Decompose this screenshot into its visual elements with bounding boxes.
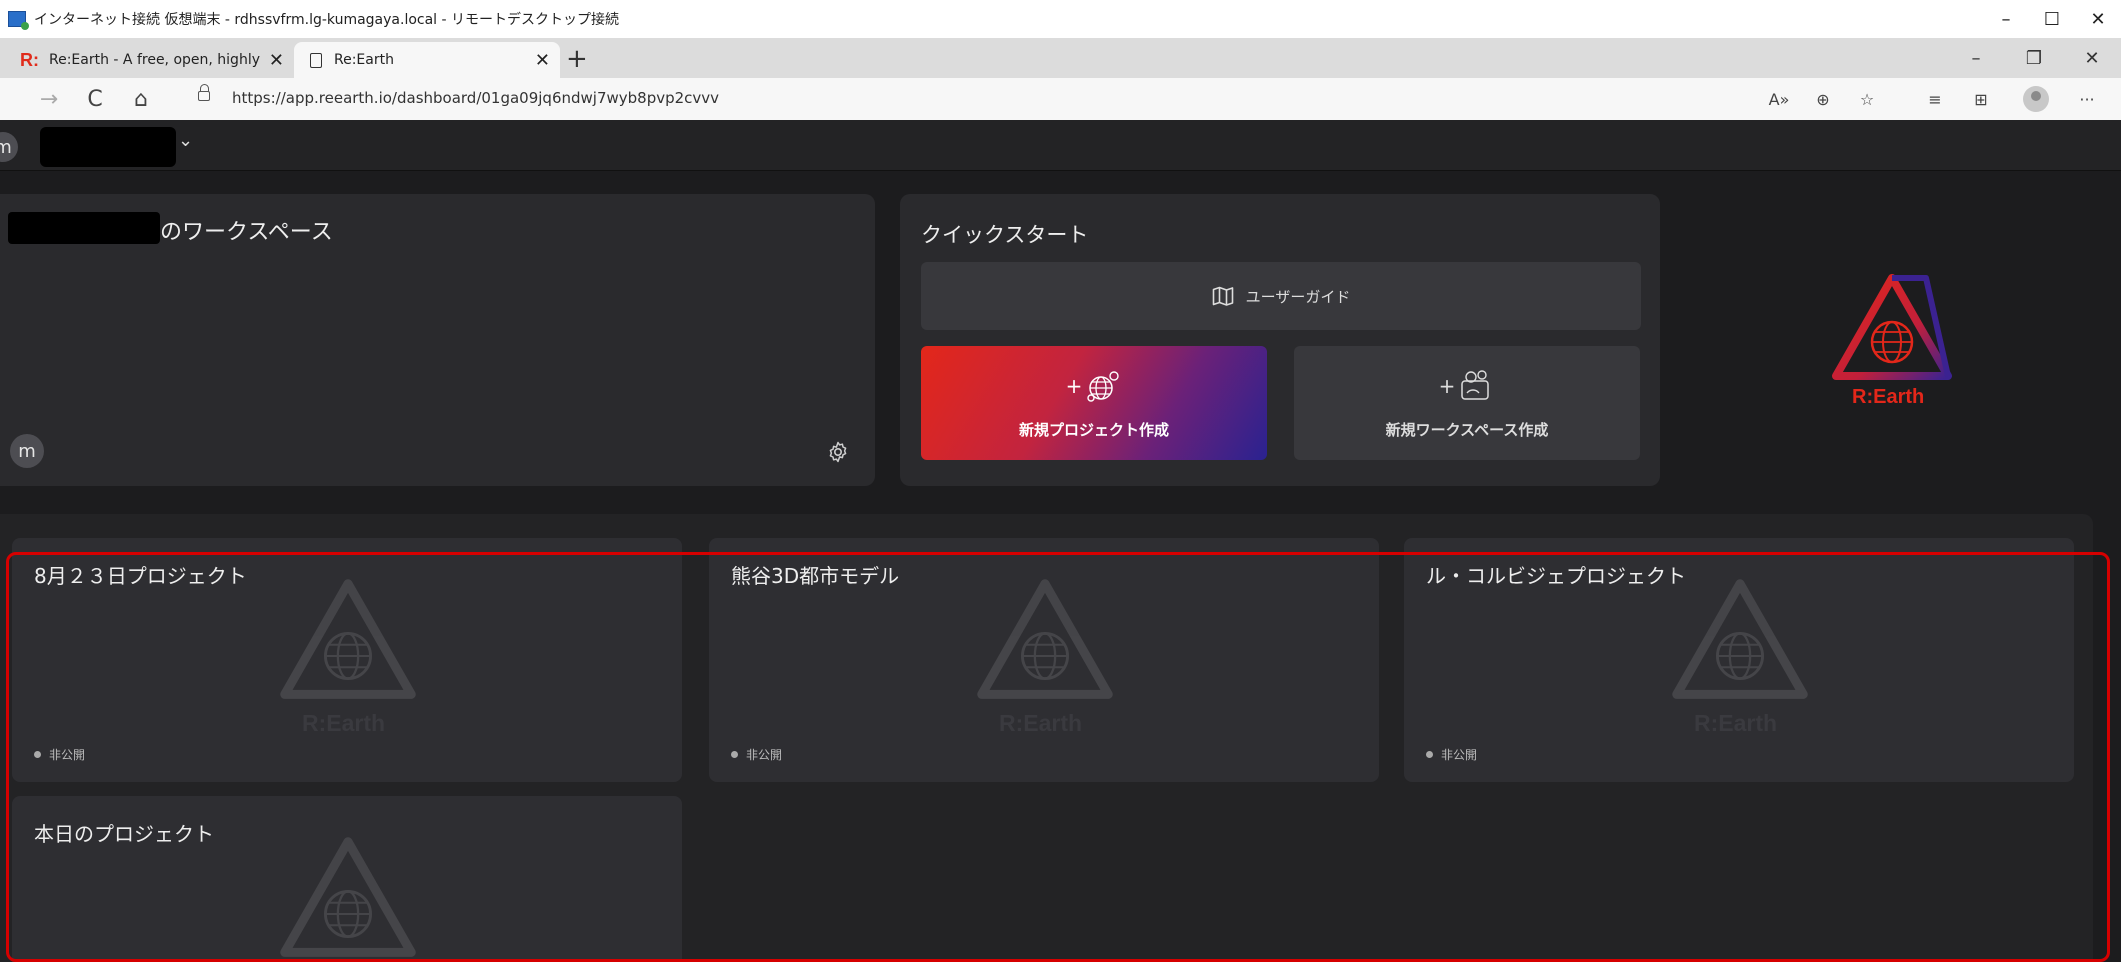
- watermark-text: R:Earth: [999, 710, 1083, 736]
- rdp-window-controls: – ☐ ✕: [1983, 0, 2121, 38]
- projects-area: R:Earth 8月２３日プロジェクト 非公開 R:Earth 熊谷3D都市モデ…: [0, 514, 2093, 962]
- lock-icon[interactable]: [198, 84, 210, 101]
- new-workspace-button[interactable]: + 新規ワークスペース作成: [1294, 346, 1640, 460]
- new-workspace-label: 新規ワークスペース作成: [1385, 420, 1549, 439]
- page-icon: [310, 52, 322, 68]
- status-label: 非公開: [49, 748, 86, 762]
- browser-restore-button[interactable]: ❐: [2005, 38, 2063, 78]
- favorites-list-icon[interactable]: ≡: [1920, 86, 1950, 112]
- gear-icon[interactable]: [826, 440, 850, 464]
- reearth-favicon-icon: R:: [20, 49, 39, 70]
- collections-icon[interactable]: ⊞: [1966, 86, 1996, 112]
- plus-icon: +: [1438, 373, 1456, 398]
- tab-reearth-home[interactable]: R: Re:Earth - A free, open, highly exten…: [10, 42, 294, 78]
- workspace-title: のワークスペース: [160, 220, 333, 245]
- new-tab-button[interactable]: +: [566, 44, 588, 74]
- zoom-icon[interactable]: ⊕: [1808, 86, 1838, 112]
- rdp-minimize-button[interactable]: –: [1983, 0, 2029, 38]
- project-status: 非公開: [731, 746, 782, 763]
- tab-title: Re:Earth - A free, open, highly extensib…: [49, 52, 261, 68]
- tab-close-icon[interactable]: ✕: [269, 50, 284, 71]
- read-aloud-icon[interactable]: A»: [1764, 86, 1794, 112]
- browser-close-button[interactable]: ✕: [2063, 38, 2121, 78]
- forward-icon[interactable]: →: [34, 84, 64, 114]
- workspace-people-icon: [1461, 369, 1490, 400]
- workspace-card: のワークスペース m: [0, 194, 875, 486]
- status-dot-icon: [34, 751, 41, 758]
- url-field[interactable]: https://app.reearth.io/dashboard/01ga09j…: [232, 89, 719, 107]
- remote-desktop-icon: [8, 11, 29, 30]
- member-avatar: m: [10, 434, 44, 468]
- app-header: m ⌄: [0, 120, 2121, 171]
- watermark-text: R:Earth: [1694, 710, 1778, 736]
- user-guide-button[interactable]: ユーザーガイド: [921, 262, 1641, 330]
- redacted-workspace-name[interactable]: [40, 127, 176, 167]
- status-label: 非公開: [1441, 748, 1478, 762]
- new-project-button[interactable]: + 新規プロジェクト作成: [921, 346, 1267, 460]
- watermark-text: R:Earth: [302, 710, 386, 736]
- project-card[interactable]: R:Earth 8月２３日プロジェクト 非公開: [12, 538, 682, 782]
- project-card[interactable]: R:Earth 熊谷3D都市モデル 非公開: [709, 538, 1379, 782]
- status-label: 非公開: [746, 748, 783, 762]
- globe-icon: [1087, 370, 1120, 402]
- browser-window-controls: – ❐ ✕: [1947, 38, 2121, 78]
- reearth-watermark-icon: [280, 837, 416, 957]
- quickstart-card: クイックスタート ユーザーガイド + 新規プロジェクト作成 + 新規ワークスペー…: [900, 194, 1660, 486]
- redacted-workspace-title: [8, 212, 160, 244]
- rdp-title-bar: インターネット接続 仮想端末 - rdhssvfrm.lg-kumagaya.l…: [0, 0, 2121, 38]
- project-title: 8月２３日プロジェクト: [34, 564, 247, 588]
- quickstart-title: クイックスタート: [921, 223, 1089, 247]
- profile-avatar-icon[interactable]: [2023, 86, 2049, 112]
- new-project-label: 新規プロジェクト作成: [1018, 420, 1169, 439]
- map-icon: [1212, 286, 1233, 306]
- chevron-down-icon[interactable]: ⌄: [178, 130, 193, 151]
- rdp-window-title: インターネット接続 仮想端末 - rdhssvfrm.lg-kumagaya.l…: [34, 12, 620, 28]
- project-title: 本日のプロジェクト: [34, 822, 214, 846]
- home-icon[interactable]: ⌂: [126, 84, 156, 114]
- project-card[interactable]: 本日のプロジェクト: [12, 796, 682, 962]
- user-guide-label: ユーザーガイド: [1245, 287, 1351, 306]
- rdp-maximize-button[interactable]: ☐: [2029, 0, 2075, 38]
- browser-tab-strip: R: Re:Earth - A free, open, highly exten…: [0, 38, 2121, 78]
- browser-minimize-button[interactable]: –: [1947, 38, 2005, 78]
- project-status: 非公開: [1426, 746, 1477, 763]
- project-title: 熊谷3D都市モデル: [731, 564, 900, 588]
- project-title: ル・コルビジェプロジェクト: [1426, 564, 1686, 588]
- more-menu-icon[interactable]: ···: [2072, 86, 2102, 112]
- tab-close-icon[interactable]: ✕: [535, 50, 550, 71]
- tab-title: Re:Earth: [334, 52, 394, 68]
- tab-reearth-dashboard[interactable]: Re:Earth ✕: [294, 42, 560, 78]
- project-card[interactable]: R:Earth ル・コルビジェプロジェクト 非公開: [1404, 538, 2074, 782]
- plus-icon: +: [1065, 373, 1083, 398]
- reearth-logo-text: R:Earth: [1852, 386, 1925, 408]
- status-dot-icon: [1426, 751, 1433, 758]
- project-status: 非公開: [34, 746, 85, 763]
- refresh-icon[interactable]: C: [80, 84, 110, 114]
- status-dot-icon: [731, 751, 738, 758]
- rdp-close-button[interactable]: ✕: [2075, 0, 2121, 38]
- workspace-avatar[interactable]: m: [0, 132, 18, 162]
- address-bar: → C ⌂ https://app.reearth.io/dashboard/0…: [0, 78, 2121, 121]
- favorite-star-icon[interactable]: ☆: [1852, 86, 1882, 112]
